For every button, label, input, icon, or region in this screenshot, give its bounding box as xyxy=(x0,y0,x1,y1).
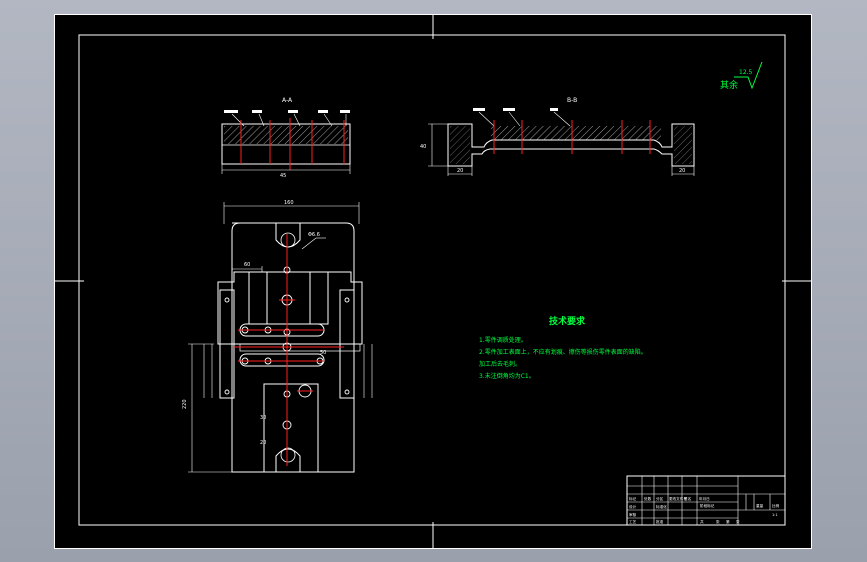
dim-hole-a: Φ6.6 xyxy=(308,232,320,238)
tb-count: 处数 xyxy=(644,496,652,501)
dim-center-b: 30 xyxy=(260,415,266,421)
sheet-background xyxy=(54,14,812,549)
tb-total: 共 xyxy=(700,519,704,524)
note-line-1: 1.零件调质处理。 xyxy=(479,336,527,344)
tb-sheets: 张 xyxy=(716,519,720,524)
note-line-4: 3.未注倒角均为C1。 xyxy=(479,372,535,380)
tb-scale: 1:1 xyxy=(772,513,778,517)
tb-sign: 签名 xyxy=(684,496,692,501)
roughness-value: 12.5 xyxy=(739,69,753,76)
tb-process: 工艺 xyxy=(629,519,637,524)
tb-stage: 阶段标记 xyxy=(700,503,715,508)
tb-no: 第 xyxy=(726,519,730,524)
drawing-sheet: A-A 45 B-B 40 20 20 其余 12.5 160 220 60 Φ… xyxy=(54,14,812,549)
note-line-3: 加工后去毛刺。 xyxy=(479,360,521,368)
tb-date: 年月日 xyxy=(699,496,710,501)
dim-b-right: 20 xyxy=(679,168,685,174)
note-line-2: 2.零件加工表面上，不应有划痕、擦伤等损伤零件表面的缺陷。 xyxy=(479,348,647,356)
cad-viewport: A-A 45 B-B 40 20 20 其余 12.5 160 220 60 Φ… xyxy=(0,0,867,562)
tb-mark: 标记 xyxy=(629,496,637,501)
dim-center-c: 20 xyxy=(260,440,266,446)
roughness-prefix: 其余 xyxy=(720,79,738,91)
tb-weight: 重量 xyxy=(756,503,764,508)
dim-left-height: 220 xyxy=(182,399,188,409)
dim-center-a: 50 xyxy=(320,350,326,356)
dim-a-bottom: 45 xyxy=(280,173,286,179)
dim-left-offset: 60 xyxy=(244,262,250,268)
dim-top-width: 160 xyxy=(284,200,294,206)
section-a-label: A-A xyxy=(282,97,293,104)
tb-sheet: 张 xyxy=(736,519,740,524)
tb-review: 审核 xyxy=(629,512,637,517)
section-b-label: B-B xyxy=(567,97,577,104)
tb-design: 设计 xyxy=(629,504,637,509)
tb-ratio: 比例 xyxy=(772,503,780,508)
dim-b-left: 20 xyxy=(457,168,463,174)
dim-b-height: 40 xyxy=(420,144,426,150)
tb-approve: 批准 xyxy=(656,519,664,524)
tb-zone: 分区 xyxy=(656,496,664,501)
notes-title: 技术要求 xyxy=(549,315,586,327)
drawing-canvas: A-A 45 B-B 40 20 20 其余 12.5 160 220 60 Φ… xyxy=(54,14,812,549)
tb-standard: 标准化 xyxy=(656,504,667,509)
